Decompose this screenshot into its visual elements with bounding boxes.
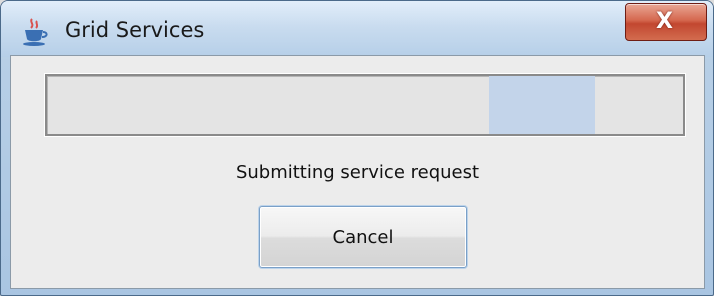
- dialog-content: Submitting service request Cancel: [10, 55, 705, 289]
- status-message: Submitting service request: [235, 162, 480, 183]
- cancel-button[interactable]: Cancel: [259, 206, 467, 268]
- java-coffee-cup-icon: [23, 18, 48, 46]
- progress-bar: [45, 74, 685, 136]
- close-icon: X: [656, 9, 673, 34]
- window-title: Grid Services: [65, 18, 205, 42]
- dialog-window: Grid Services X Submitting service reque…: [0, 0, 714, 296]
- progress-indicator: [489, 76, 595, 134]
- close-button[interactable]: X: [625, 3, 707, 41]
- title-bar[interactable]: Grid Services X: [1, 1, 713, 57]
